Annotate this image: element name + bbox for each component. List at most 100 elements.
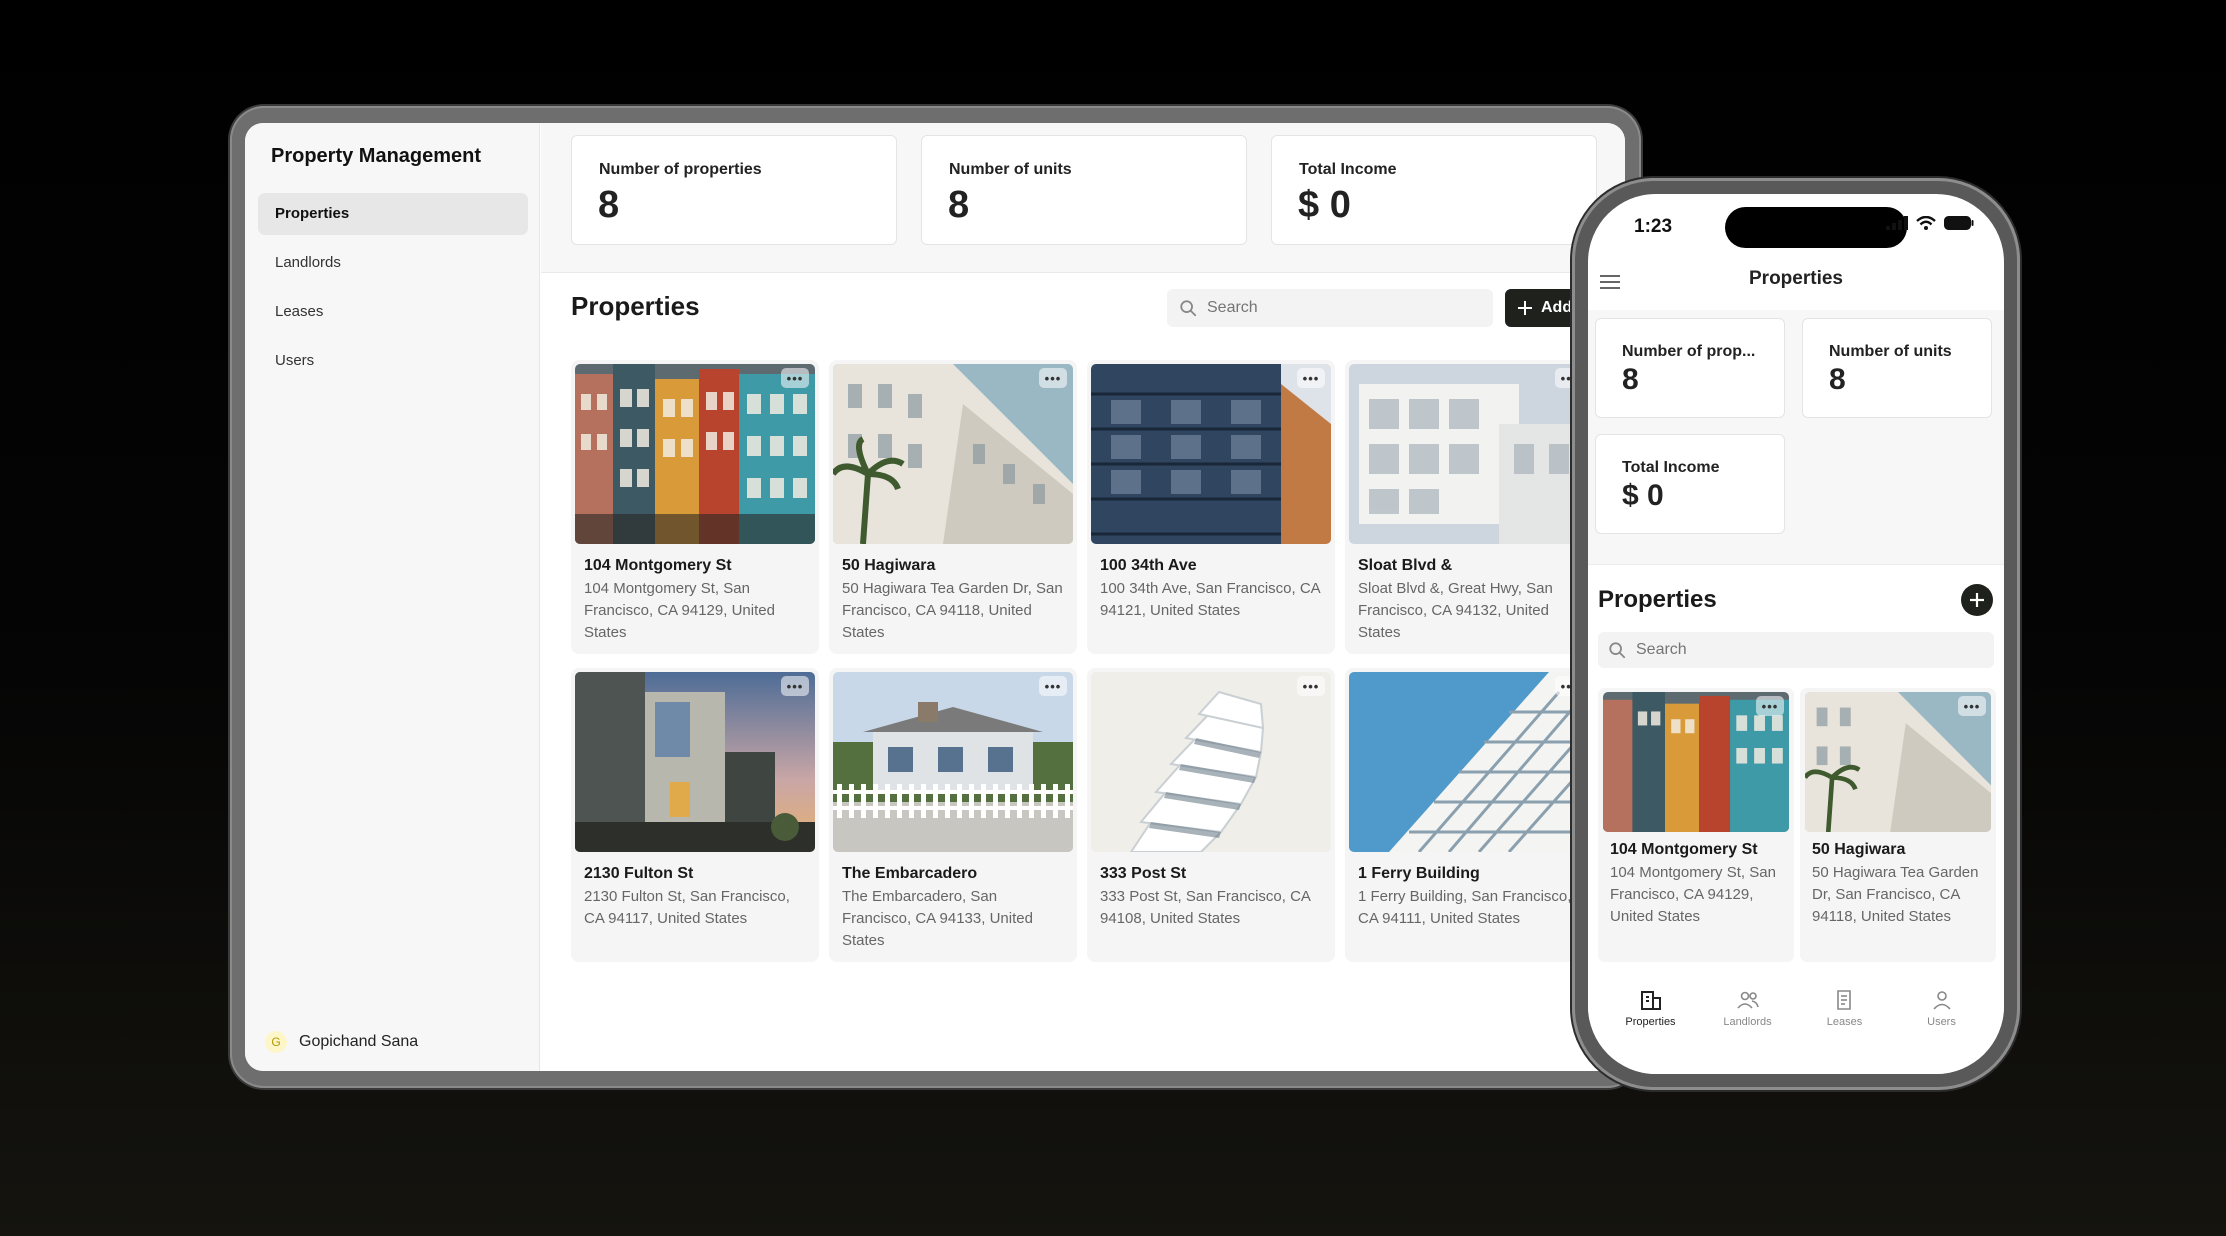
tab-label: Users (1927, 1016, 1956, 1028)
property-name: 104 Montgomery St (1610, 841, 1758, 858)
stat-value: $ 0 (1622, 479, 1664, 512)
more-options-button[interactable]: ••• (781, 676, 809, 696)
stat-card-income: Total Income $ 0 (1595, 434, 1785, 534)
document-icon (1836, 990, 1851, 1010)
user-name: Gopichand Sana (299, 1033, 419, 1050)
stat-label: Total Income (1299, 161, 1397, 178)
phone-header-title: Properties (1749, 268, 1843, 289)
phone-stats: Number of prop... 8 Number of units 8 To… (1588, 310, 2004, 565)
stat-label: Number of units (1829, 343, 1952, 360)
property-image-rowhouses (575, 364, 815, 544)
property-card[interactable]: ••• Sloat Blvd & Sloat Blvd &, Great Hwy… (1345, 360, 1593, 654)
app-title: Property Management (271, 145, 482, 167)
sidebar: Property Management Properties Landlords… (245, 123, 540, 1071)
property-address: The Embarcadero, San Francisco, CA 94133… (842, 888, 1033, 949)
property-card[interactable]: ••• 104 Montgomery St 104 Montgomery St,… (1598, 688, 1794, 962)
plus-icon (1970, 593, 1984, 607)
status-time: 1:23 (1634, 216, 1673, 237)
property-card[interactable]: ••• 100 34th Ave 100 34th Ave, San Franc… (1087, 360, 1335, 654)
add-property-button[interactable] (1961, 584, 1993, 616)
stat-label: Total Income (1622, 459, 1720, 476)
sidebar-item-users[interactable]: Users (258, 340, 528, 382)
sidebar-item-properties[interactable]: Properties (258, 193, 528, 235)
property-name: 100 34th Ave (1100, 557, 1197, 574)
user-menu[interactable]: G Gopichand Sana (265, 1031, 418, 1053)
property-image-grid-tower (1349, 672, 1589, 852)
property-image-white-fence (833, 672, 1073, 852)
phone-search-bar (1598, 632, 1994, 668)
property-card[interactable]: ••• 333 Post St 333 Post St, San Francis… (1087, 668, 1335, 962)
property-name: 1 Ferry Building (1358, 865, 1480, 882)
wifi-icon (1916, 216, 1936, 230)
stat-card-units: Number of units 8 (921, 135, 1247, 245)
more-options-button[interactable]: ••• (1756, 696, 1784, 716)
phone-section-title: Properties (1598, 586, 1717, 613)
tab-label: Landlords (1723, 1016, 1772, 1028)
property-address: 50 Hagiwara Tea Garden Dr, San Francisco… (1812, 864, 1979, 925)
property-image-modern-house (575, 672, 815, 852)
stat-value: $ 0 (1298, 184, 1351, 226)
building-icon (1640, 991, 1661, 1010)
property-card[interactable]: ••• 1 Ferry Building 1 Ferry Building, S… (1345, 668, 1593, 962)
property-image-blue-building (1091, 364, 1331, 544)
property-name: 104 Montgomery St (584, 557, 732, 574)
property-card[interactable]: ••• 2130 Fulton St 2130 Fulton St, San F… (571, 668, 819, 962)
search-input[interactable] (1636, 641, 1956, 659)
tab-leases[interactable]: Leases (1805, 988, 1885, 1074)
property-address: 104 Montgomery St, San Francisco, CA 941… (1610, 864, 1776, 925)
stat-value: 8 (598, 184, 620, 226)
more-options-button[interactable]: ••• (1297, 368, 1325, 388)
sidebar-nav: Properties Landlords Leases Users (258, 193, 528, 389)
stat-label: Number of properties (599, 161, 762, 178)
property-name: Sloat Blvd & (1358, 557, 1453, 574)
battery-icon (1944, 216, 1974, 230)
add-button-label: Add (1541, 299, 1573, 316)
more-options-button[interactable]: ••• (1958, 696, 1986, 716)
sidebar-item-leases[interactable]: Leases (258, 291, 528, 333)
search-icon (1180, 300, 1197, 317)
more-options-button[interactable]: ••• (1039, 368, 1067, 388)
property-name: 333 Post St (1100, 865, 1187, 882)
dynamic-island (1725, 207, 1907, 248)
stat-value: 8 (1622, 363, 1639, 396)
avatar: G (265, 1031, 287, 1053)
tab-properties[interactable]: Properties (1611, 988, 1691, 1074)
users-icon (1736, 991, 1759, 1009)
tab-label: Properties (1625, 1016, 1676, 1028)
bottom-tab-bar: Properties Landlords Leases Users (1588, 976, 2004, 1074)
page-title: Properties (571, 291, 700, 321)
property-card[interactable]: ••• 50 Hagiwara 50 Hagiwara Tea Garden D… (829, 360, 1077, 654)
sidebar-item-landlords[interactable]: Landlords (258, 242, 528, 284)
property-card[interactable]: ••• 104 Montgomery St 104 Montgomery St,… (571, 360, 819, 654)
tab-landlords[interactable]: Landlords (1708, 988, 1788, 1074)
property-address: 1 Ferry Building, San Francisco, CA 9411… (1358, 888, 1572, 927)
tab-label: Leases (1826, 1016, 1863, 1028)
search-input[interactable] (1207, 299, 1457, 317)
more-options-button[interactable]: ••• (1039, 676, 1067, 696)
property-card[interactable]: ••• The Embarcadero The Embarcadero, San… (829, 668, 1077, 962)
tablet-screen: Property Management Properties Landlords… (245, 123, 1625, 1071)
property-address: Sloat Blvd &, Great Hwy, San Francisco, … (1358, 580, 1553, 641)
stats-band: Number of properties 8 Number of units 8… (541, 123, 1625, 273)
phone-screen: 1:23 Properties Number of prop... 8 Numb… (1588, 194, 2004, 1074)
property-card[interactable]: ••• 50 Hagiwara 50 Hagiwara Tea Garden D… (1800, 688, 1996, 962)
property-name: 50 Hagiwara (1812, 841, 1906, 858)
property-name: 2130 Fulton St (584, 865, 694, 882)
property-address: 104 Montgomery St, San Francisco, CA 941… (584, 580, 775, 641)
search-bar (1167, 289, 1493, 327)
status-icons (1886, 216, 1974, 230)
property-address: 2130 Fulton St, San Francisco, CA 94117,… (584, 888, 790, 927)
property-image-tiered-tower (1091, 672, 1331, 852)
stat-card-income: Total Income $ 0 (1271, 135, 1597, 245)
property-address: 50 Hagiwara Tea Garden Dr, San Francisco… (842, 580, 1063, 641)
signal-icon (1886, 216, 1908, 230)
stat-card-properties: Number of properties 8 (571, 135, 897, 245)
property-address: 100 34th Ave, San Francisco, CA 94121, U… (1100, 580, 1320, 619)
stat-value: 8 (948, 184, 970, 226)
search-icon (1609, 642, 1626, 659)
tab-users[interactable]: Users (1902, 988, 1982, 1074)
more-options-button[interactable]: ••• (1297, 676, 1325, 696)
user-icon (1932, 991, 1951, 1010)
stat-label: Number of prop... (1622, 343, 1756, 360)
more-options-button[interactable]: ••• (781, 368, 809, 388)
